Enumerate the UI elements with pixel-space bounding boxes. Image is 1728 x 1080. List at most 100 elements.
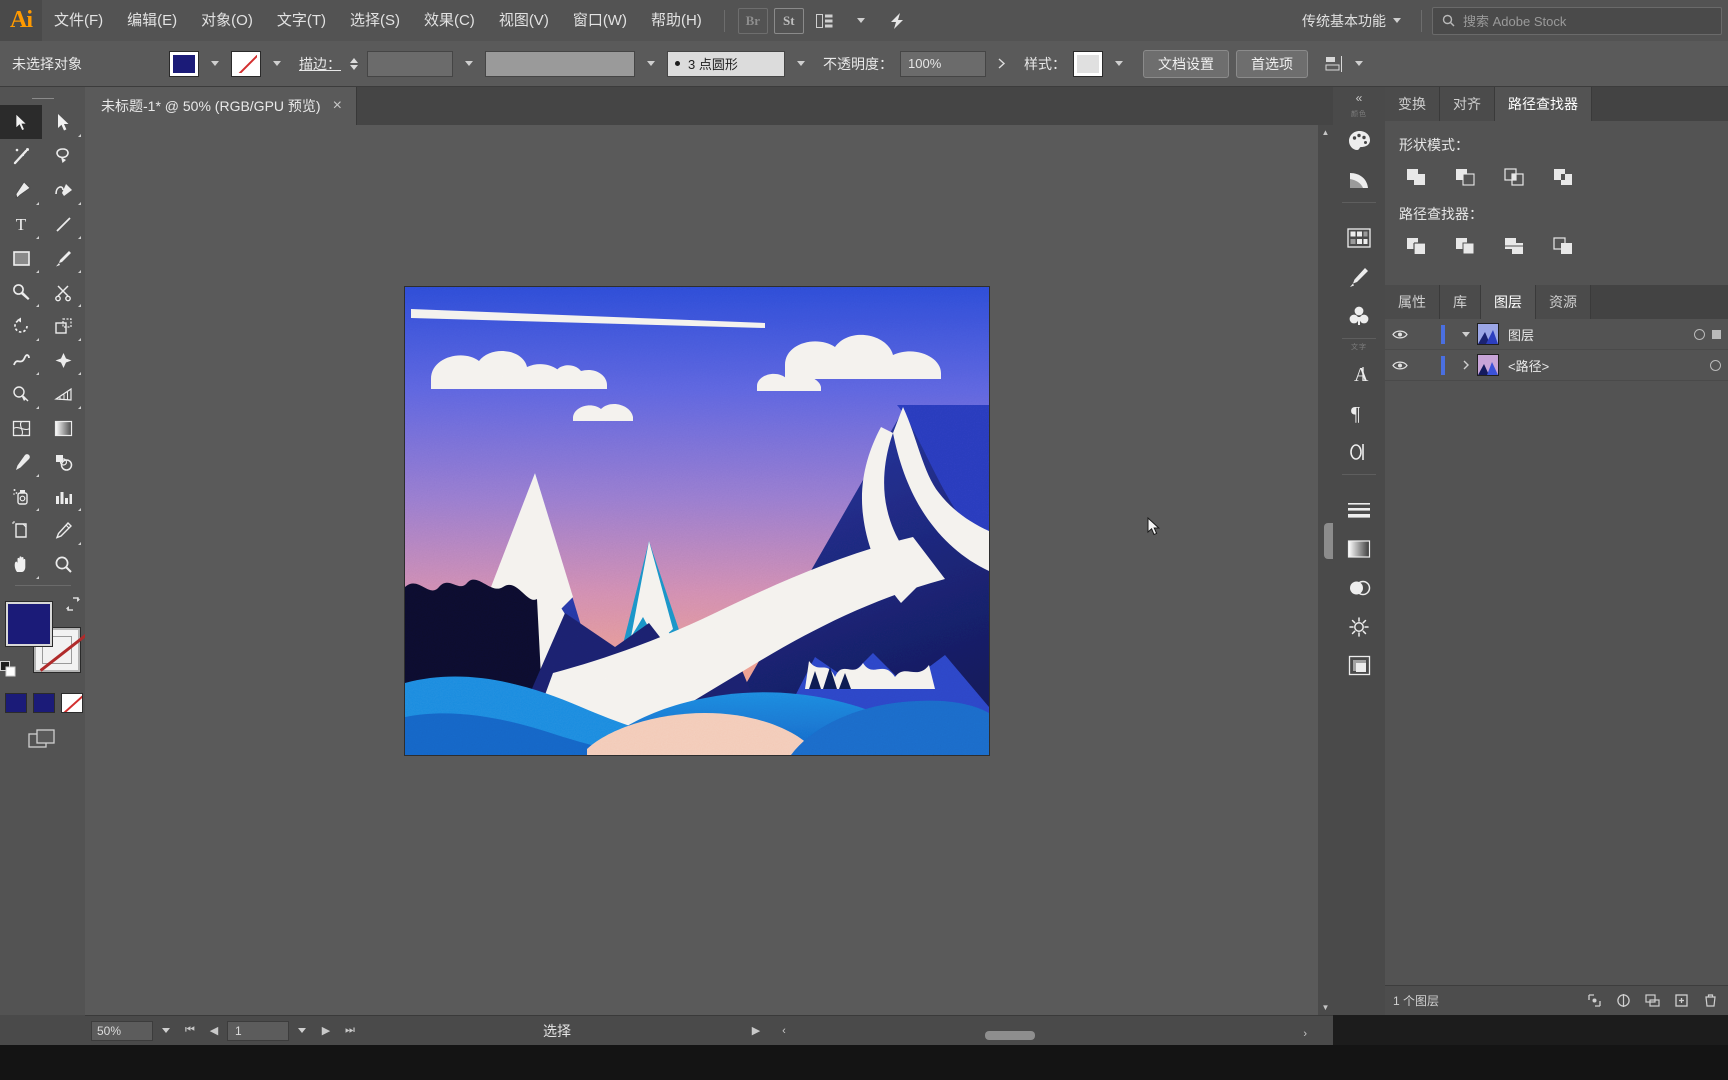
control-bar-overflow-icon[interactable] [1350, 51, 1368, 77]
tab-libraries[interactable]: 库 [1440, 285, 1481, 319]
pathfinder-unite[interactable] [1397, 164, 1434, 190]
menu-object[interactable]: 对象(O) [189, 0, 265, 41]
preferences-button[interactable]: 首选项 [1236, 49, 1308, 78]
table-row[interactable]: <路径> [1385, 350, 1728, 381]
graphic-style-swatch[interactable] [1073, 50, 1103, 77]
artboard-tool[interactable] [0, 513, 42, 547]
pathfinder-intersect[interactable] [1495, 164, 1532, 190]
opentype-panel-icon[interactable] [1333, 432, 1385, 471]
arrange-chevron-down-icon[interactable] [846, 8, 876, 34]
zoom-level-field[interactable]: 50% [91, 1020, 153, 1041]
paragraph-panel-icon[interactable]: ¶ [1333, 393, 1385, 432]
artboard[interactable] [405, 287, 989, 755]
zoom-tool[interactable] [42, 547, 84, 581]
default-fill-stroke-icon[interactable] [0, 661, 16, 680]
table-row[interactable]: 图层 [1385, 319, 1728, 350]
create-layer-icon[interactable] [1671, 991, 1691, 1011]
document-setup-button[interactable]: 文档设置 [1143, 49, 1229, 78]
layer-name[interactable]: <路径> [1508, 356, 1676, 375]
color-panel-icon[interactable] [1333, 121, 1385, 160]
stock-search-field[interactable]: 搜索 Adobe Stock [1432, 6, 1722, 35]
stroke-weight-stepper[interactable] [348, 57, 360, 70]
shaper-tool[interactable] [0, 275, 42, 309]
color-swatch-button[interactable] [5, 693, 27, 713]
direct-selection-tool[interactable] [42, 105, 84, 139]
curvature-tool[interactable] [42, 173, 84, 207]
character-panel-icon[interactable]: A [1333, 354, 1385, 393]
menu-edit[interactable]: 编辑(E) [115, 0, 189, 41]
rectangle-tool[interactable] [0, 241, 42, 275]
width-tool[interactable] [0, 343, 42, 377]
tab-layers[interactable]: 图层 [1481, 285, 1536, 319]
artboard-number-field[interactable]: 1 [227, 1020, 289, 1041]
pathfinder-trim[interactable] [1446, 233, 1483, 259]
gradient-tool[interactable] [42, 411, 84, 445]
workspace-switcher[interactable]: 传统基本功能 [1292, 0, 1411, 41]
graphic-styles-panel-icon[interactable] [1333, 646, 1385, 685]
pathfinder-divide[interactable] [1397, 233, 1434, 259]
swatches-panel-icon[interactable] [1333, 218, 1385, 257]
document-tab[interactable]: 未标题-1* @ 50% (RGB/GPU 预览) × [85, 87, 357, 125]
gradient-swatch-button[interactable] [33, 693, 55, 713]
scroll-right-icon[interactable]: › [1303, 1028, 1307, 1040]
artboard-dropdown-icon[interactable] [291, 1020, 313, 1042]
eyedropper-tool[interactable] [0, 445, 42, 479]
prev-artboard-button[interactable]: ◀ [203, 1020, 225, 1042]
screen-mode-button[interactable] [0, 718, 85, 762]
menu-view[interactable]: 视图(V) [487, 0, 561, 41]
tab-pathfinder[interactable]: 路径查找器 [1495, 87, 1592, 121]
last-artboard-button[interactable]: ⏭ [339, 1020, 361, 1042]
symbol-sprayer-tool[interactable] [0, 479, 42, 513]
line-segment-tool[interactable] [42, 207, 84, 241]
toolbar-grip[interactable] [0, 91, 85, 105]
stroke-panel-icon[interactable] [1333, 490, 1385, 529]
stroke-dropdown-icon[interactable] [268, 51, 286, 77]
menu-help[interactable]: 帮助(H) [639, 0, 714, 41]
arrange-documents-icon[interactable] [810, 8, 840, 34]
gradient-panel-icon[interactable] [1333, 529, 1385, 568]
symbols-panel-icon[interactable] [1333, 296, 1385, 335]
lasso-tool[interactable] [42, 139, 84, 173]
next-artboard-button[interactable]: ▶ [315, 1020, 337, 1042]
opacity-field[interactable]: 100% [900, 50, 986, 77]
stroke-swatch-control[interactable] [231, 50, 261, 77]
tab-properties[interactable]: 属性 [1385, 285, 1440, 319]
selection-tool[interactable] [0, 105, 42, 139]
chevron-down-icon[interactable] [1455, 331, 1477, 337]
perspective-grid-tool[interactable] [42, 377, 84, 411]
visibility-eye-icon[interactable] [1385, 360, 1415, 371]
menu-file[interactable]: 文件(F) [42, 0, 115, 41]
canvas-vertical-scrollbar[interactable]: ▲ ▼ [1318, 125, 1333, 1015]
scroll-down-icon[interactable]: ▼ [1318, 1000, 1333, 1015]
rotate-tool[interactable] [0, 309, 42, 343]
close-icon[interactable]: × [333, 98, 342, 114]
discover-lightning-icon[interactable] [882, 8, 912, 34]
bridge-icon[interactable]: Br [737, 7, 768, 34]
panel-expand-handle[interactable] [1324, 523, 1333, 559]
zoom-dropdown-icon[interactable] [155, 1020, 177, 1042]
align-options-icon[interactable] [1325, 51, 1343, 77]
stock-icon[interactable]: St [773, 7, 804, 34]
slice-tool[interactable] [42, 513, 84, 547]
chevron-right-icon[interactable] [1455, 360, 1477, 370]
column-graph-tool[interactable] [42, 479, 84, 513]
layer-name[interactable]: 图层 [1508, 325, 1676, 344]
stroke-weight-dropdown-icon[interactable] [460, 51, 478, 77]
create-sublayer-icon[interactable] [1642, 991, 1662, 1011]
free-transform-tool[interactable] [42, 343, 84, 377]
tab-assets[interactable]: 资源 [1536, 285, 1591, 319]
fill-indicator[interactable] [6, 602, 52, 646]
transparency-panel-icon[interactable] [1333, 568, 1385, 607]
pathfinder-minus-front[interactable] [1446, 164, 1483, 190]
hscroll-thumb[interactable] [985, 1031, 1035, 1040]
canvas-horizontal-scrollbar[interactable]: › [585, 1028, 1307, 1041]
paintbrush-tool[interactable] [42, 241, 84, 275]
mesh-tool[interactable] [0, 411, 42, 445]
target-circle-icon[interactable] [1694, 328, 1705, 340]
menu-select[interactable]: 选择(S) [338, 0, 412, 41]
make-clipping-mask-icon[interactable] [1613, 991, 1633, 1011]
delete-layer-icon[interactable] [1700, 991, 1720, 1011]
opacity-expand-icon[interactable] [993, 51, 1011, 77]
locate-object-icon[interactable] [1584, 991, 1604, 1011]
style-dropdown-icon[interactable] [1110, 51, 1128, 77]
